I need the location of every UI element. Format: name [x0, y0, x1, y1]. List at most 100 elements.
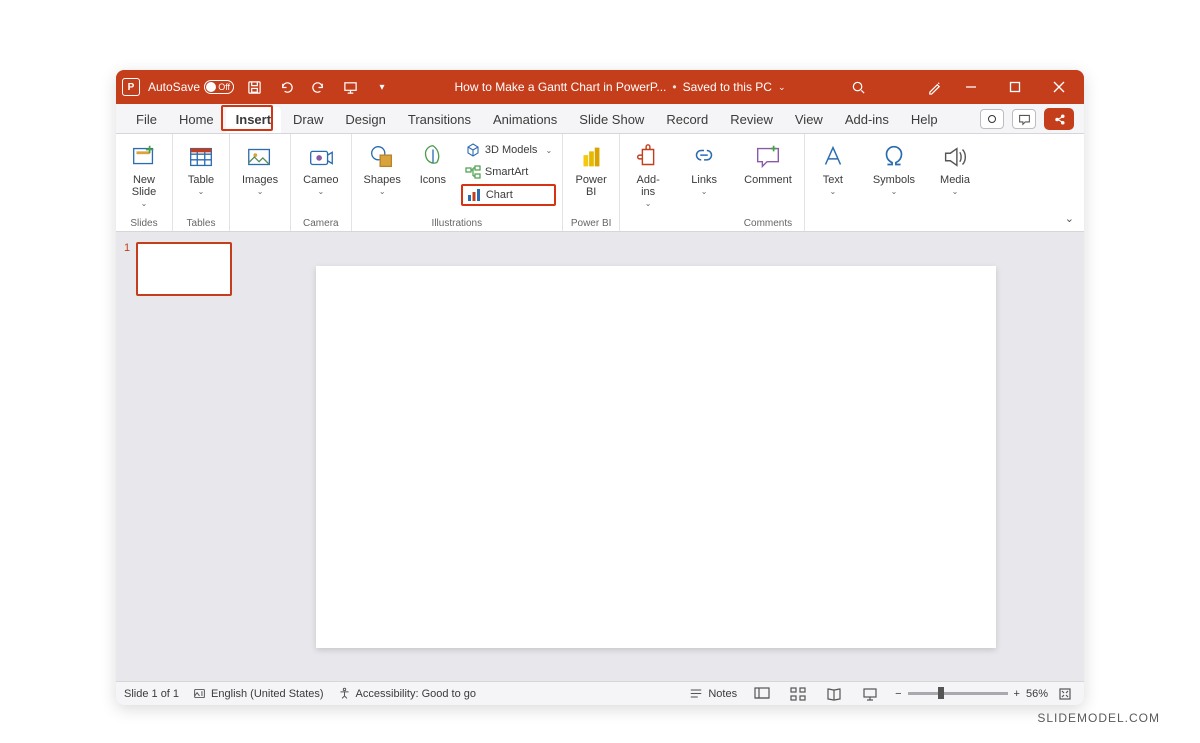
shapes-icon: [367, 142, 397, 172]
tab-addins[interactable]: Add-ins: [835, 107, 899, 133]
slide-counter[interactable]: Slide 1 of 1: [124, 688, 179, 700]
search-icon[interactable]: [846, 75, 870, 99]
tab-help[interactable]: Help: [901, 107, 948, 133]
powerpoint-window: P AutoSave Off ▾ How to M: [116, 70, 1084, 705]
undo-icon[interactable]: [274, 75, 298, 99]
redo-icon[interactable]: [306, 75, 330, 99]
tab-design[interactable]: Design: [335, 107, 395, 133]
text-button[interactable]: Text ⌄: [811, 138, 855, 200]
tab-file[interactable]: File: [126, 107, 167, 133]
pen-icon[interactable]: [922, 75, 946, 99]
accessibility-status[interactable]: Accessibility: Good to go: [338, 687, 476, 700]
text-icon: [818, 142, 848, 172]
cameo-button[interactable]: Cameo ⌄: [297, 138, 344, 200]
tab-record[interactable]: Record: [656, 107, 718, 133]
group-media: Media ⌄: [927, 134, 983, 231]
work-area: 1: [116, 232, 1084, 681]
comment-button[interactable]: Comment: [738, 138, 798, 190]
chart-button[interactable]: Chart: [461, 184, 556, 206]
slide-thumbnails-panel: 1: [116, 232, 248, 681]
chart-icon: [466, 187, 482, 203]
new-slide-button[interactable]: New Slide ⌄: [122, 138, 166, 212]
watermark: SLIDEMODEL.COM: [1037, 711, 1160, 725]
tab-animations[interactable]: Animations: [483, 107, 567, 133]
close-button[interactable]: [1040, 70, 1078, 104]
addins-button[interactable]: Add- ins ⌄: [626, 138, 670, 212]
new-slide-icon: [129, 142, 159, 172]
group-comments: Comment Comments: [732, 134, 805, 231]
group-symbols: Symbols ⌄: [861, 134, 927, 231]
cube-icon: [465, 142, 481, 158]
language-status[interactable]: English (United States): [193, 687, 324, 700]
comment-icon: [753, 142, 783, 172]
smartart-icon: [465, 164, 481, 180]
images-icon: [245, 142, 275, 172]
status-bar: Slide 1 of 1 English (United States) Acc…: [116, 681, 1084, 705]
present-from-beginning-icon[interactable]: [338, 75, 362, 99]
group-powerbi: Power BI Power BI: [563, 134, 620, 231]
zoom-slider[interactable]: [908, 692, 1008, 695]
reading-view-icon[interactable]: [823, 685, 845, 703]
comments-pane-button[interactable]: [1012, 109, 1036, 129]
qat-more-icon[interactable]: ▾: [370, 75, 394, 99]
link-icon: [689, 142, 719, 172]
images-button[interactable]: Images ⌄: [236, 138, 284, 200]
camera-record-button[interactable]: [980, 109, 1004, 129]
slide-thumbnail-1[interactable]: 1: [124, 242, 240, 296]
zoom-in-icon[interactable]: +: [1014, 688, 1020, 700]
smartart-button[interactable]: SmartArt: [461, 162, 556, 182]
group-text: Text ⌄: [805, 134, 861, 231]
group-camera: Cameo ⌄ Camera: [291, 134, 351, 231]
group-tables: Table ⌄ Tables: [173, 134, 230, 231]
media-button[interactable]: Media ⌄: [933, 138, 977, 200]
autosave-label: AutoSave: [148, 80, 200, 94]
cameo-icon: [306, 142, 336, 172]
window-title: How to Make a Gantt Chart in PowerP... •…: [394, 80, 846, 94]
slide-thumbnail-preview: [136, 242, 232, 296]
ribbon: New Slide ⌄ Slides Table ⌄ Tables: [116, 134, 1084, 232]
fit-to-window-icon[interactable]: [1054, 685, 1076, 703]
group-slides: New Slide ⌄ Slides: [116, 134, 173, 231]
tab-home[interactable]: Home: [169, 107, 224, 133]
table-button[interactable]: Table ⌄: [179, 138, 223, 200]
tab-slideshow[interactable]: Slide Show: [569, 107, 654, 133]
collapse-ribbon-icon[interactable]: ⌄: [1065, 212, 1074, 225]
ribbon-tabs: File Home Insert Draw Design Transitions…: [116, 104, 1084, 134]
icons-icon: [418, 142, 448, 172]
zoom-control[interactable]: − + 56%: [895, 685, 1076, 703]
tab-draw[interactable]: Draw: [283, 107, 333, 133]
shapes-button[interactable]: Shapes ⌄: [358, 138, 407, 200]
maximize-button[interactable]: [996, 70, 1034, 104]
powerbi-icon: [576, 142, 606, 172]
notes-button[interactable]: Notes: [689, 688, 737, 700]
normal-view-icon[interactable]: [751, 685, 773, 703]
autosave-toggle[interactable]: AutoSave Off: [148, 80, 234, 94]
speaker-icon: [940, 142, 970, 172]
group-addins: Add- ins ⌄: [620, 134, 676, 231]
powerpoint-icon: P: [122, 78, 140, 96]
slideshow-view-icon[interactable]: [859, 685, 881, 703]
zoom-out-icon[interactable]: −: [895, 688, 901, 700]
slide-sorter-view-icon[interactable]: [787, 685, 809, 703]
slide-canvas-area[interactable]: [248, 232, 1084, 681]
table-icon: [186, 142, 216, 172]
tab-view[interactable]: View: [785, 107, 833, 133]
slide-canvas[interactable]: [316, 266, 996, 648]
group-illustrations: Shapes ⌄ Icons 3D Models ⌄: [352, 134, 564, 231]
tab-review[interactable]: Review: [720, 107, 783, 133]
save-icon[interactable]: [242, 75, 266, 99]
icons-button[interactable]: Icons: [411, 138, 455, 190]
group-links: Links ⌄: [676, 134, 732, 231]
tab-transitions[interactable]: Transitions: [398, 107, 481, 133]
3d-models-button[interactable]: 3D Models ⌄: [461, 140, 556, 160]
links-button[interactable]: Links ⌄: [682, 138, 726, 200]
tab-insert[interactable]: Insert: [226, 107, 281, 133]
addins-icon: [633, 142, 663, 172]
group-images: Images ⌄: [230, 134, 291, 231]
minimize-button[interactable]: [952, 70, 990, 104]
symbols-button[interactable]: Symbols ⌄: [867, 138, 921, 200]
omega-icon: [879, 142, 909, 172]
zoom-level[interactable]: 56%: [1026, 688, 1048, 700]
powerbi-button[interactable]: Power BI: [569, 138, 613, 202]
share-button[interactable]: [1044, 108, 1074, 130]
